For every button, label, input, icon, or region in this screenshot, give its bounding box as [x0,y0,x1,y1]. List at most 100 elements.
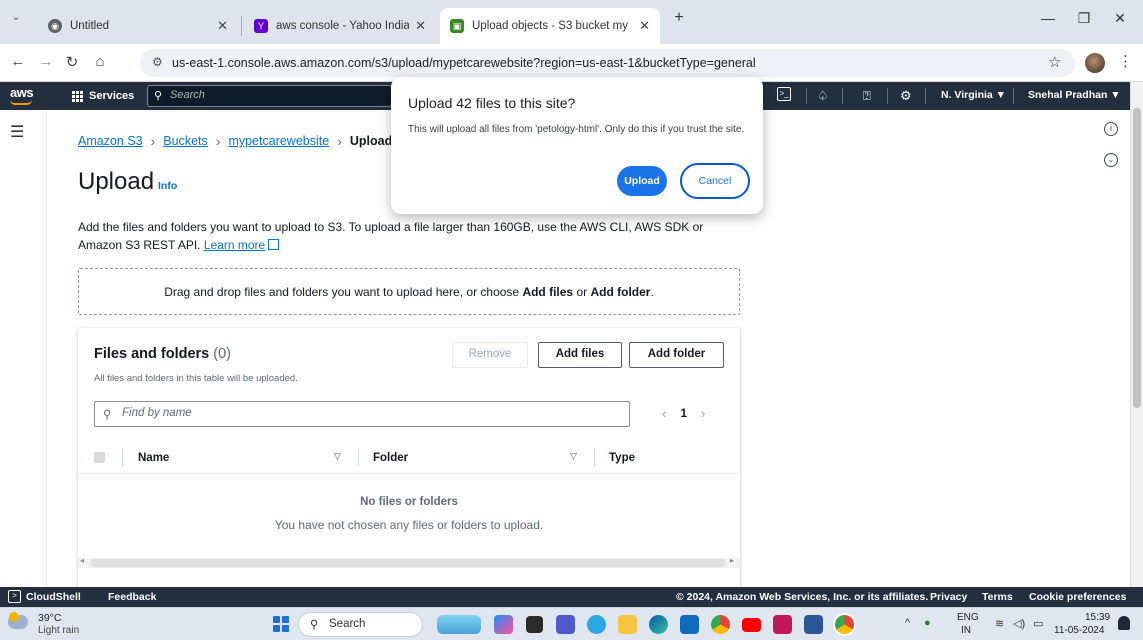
clock-date[interactable]: 11-05-2024 [1054,625,1104,636]
bookmark-star-icon[interactable]: ☆ [1048,53,1061,71]
telegram-icon[interactable] [587,615,606,634]
restore-icon[interactable]: ❐ [1072,10,1096,27]
teams-alt-icon[interactable] [804,615,823,634]
privacy-link[interactable]: Privacy [930,591,967,603]
profile-avatar[interactable] [1085,53,1105,73]
help-icon[interactable]: ⍰ [863,88,871,104]
scrollbar-thumb[interactable] [90,559,726,567]
taskbar-search[interactable]: ⚲ Search [298,612,423,637]
show-hidden-icons-chevron[interactable]: ^ [905,617,910,629]
notification-bell-icon[interactable] [1118,616,1130,630]
window-close-icon[interactable]: ✕ [1108,10,1132,27]
new-tab-button[interactable]: + [667,9,691,27]
microsoft-store-icon[interactable] [680,615,699,634]
aws-search-input[interactable]: ⚲ Search [147,85,392,107]
language-indicator[interactable]: ENG [957,612,979,623]
forward-arrow-icon[interactable]: → [36,53,56,70]
sort-icon[interactable]: ▽ [570,451,577,462]
file-explorer-icon[interactable] [618,615,637,634]
close-icon[interactable]: ✕ [639,18,650,34]
search-icon: ⚲ [154,90,163,102]
notifications-bell-icon[interactable]: ♤ [817,88,829,104]
services-menu[interactable]: Services [72,85,134,107]
scrollbar-thumb[interactable] [1133,108,1141,408]
previous-page-icon[interactable]: ‹ [662,406,666,421]
home-icon[interactable]: ⌂ [90,53,110,70]
weather-temperature[interactable]: 39°C [38,612,61,624]
empty-state-subtitle: You have not chosen any files or folders… [274,518,544,532]
close-icon[interactable]: ✕ [217,18,228,34]
find-by-name-input[interactable]: ⚲ Find by name [94,401,630,427]
files-and-folders-panel: Files and folders (0) All files and fold… [78,328,740,588]
task-view-icon[interactable] [526,616,543,633]
tab-yahoo-search[interactable]: Y aws console - Yahoo India Sear ✕ [244,8,436,44]
account-menu[interactable]: Snehal Pradhan ▼ [1028,89,1121,101]
tab-untitled[interactable]: ◉ Untitled ✕ [38,8,238,44]
youtube-icon[interactable] [742,618,761,632]
breadcrumb-amazon-s3[interactable]: Amazon S3 [78,134,143,148]
speaker-icon[interactable]: ◁) [1013,617,1025,630]
tab-upload-objects[interactable]: ▣ Upload objects - S3 bucket my ✕ [440,8,660,44]
file-count: (0) [213,346,231,362]
page-scrollbar[interactable] [1130,82,1143,587]
column-header-folder[interactable]: Folder [373,452,408,464]
windows-start-icon[interactable] [273,616,289,632]
media-app-icon[interactable] [773,615,792,634]
edge-browser-icon[interactable] [649,615,668,634]
cloudshell-icon[interactable]: >_ [777,87,791,101]
column-header-name[interactable]: Name [138,452,169,464]
next-page-icon[interactable]: › [701,406,705,421]
column-divider [594,449,595,466]
browser-menu-icon[interactable]: ⋮ [1118,52,1133,70]
feedback-panel-icon[interactable]: ⌄ [1104,153,1118,167]
column-header-type[interactable]: Type [609,452,635,464]
table-header: Name ▽ Folder ▽ Type [78,446,740,474]
cloudshell-link[interactable]: CloudShell [26,591,81,603]
chrome-active-icon[interactable] [835,615,854,634]
side-nav-menu-icon[interactable]: ☰ [10,122,24,142]
dialog-cancel-button[interactable]: Cancel [680,163,750,199]
minimize-icon[interactable]: — [1036,10,1060,26]
feedback-link[interactable]: Feedback [108,591,156,603]
add-folder-button[interactable]: Add folder [629,342,724,368]
breadcrumb-bucket-name[interactable]: mypetcarewebsite [228,134,329,148]
reload-icon[interactable]: ↻ [62,53,82,71]
add-files-button[interactable]: Add files [538,342,622,368]
tray-app-icon[interactable]: ● [924,617,931,629]
url-field[interactable]: ⚙ us-east-1.console.aws.amazon.com/s3/up… [140,49,1075,77]
table-horizontal-scrollbar[interactable]: ◂ ▸ [78,556,740,568]
page-number[interactable]: 1 [680,406,687,421]
sort-icon[interactable]: ▽ [334,451,341,462]
copilot-icon[interactable] [494,615,513,634]
upload-dropzone[interactable]: Drag and drop files and folders you want… [78,268,740,315]
chrome-icon[interactable] [711,615,730,634]
aws-logo[interactable]: aws [10,85,34,100]
tab-list-chevron-icon[interactable]: ⌄ [6,12,26,23]
weather-cloud-sun-icon[interactable] [8,612,28,629]
chevron-right-icon: › [215,133,221,149]
breadcrumb-buckets[interactable]: Buckets [163,134,207,148]
info-link[interactable]: Info [158,180,177,192]
panel-title: Files and folders (0) [94,346,231,362]
teams-icon[interactable] [556,615,575,634]
weather-description[interactable]: Light rain [38,625,79,636]
battery-icon[interactable]: ▭ [1033,617,1043,630]
back-arrow-icon[interactable]: ← [8,53,28,70]
language-region[interactable]: IN [961,625,971,636]
scroll-right-icon[interactable]: ▸ [730,556,734,565]
learn-more-link[interactable]: Learn more [204,238,265,252]
select-all-checkbox[interactable] [94,452,105,463]
clock-time[interactable]: 15:39 [1085,612,1110,623]
settings-gear-icon[interactable]: ⚙ [900,88,912,104]
wifi-icon[interactable]: ≋ [995,617,1004,630]
site-info-icon[interactable]: ⚙ [152,55,163,69]
region-selector[interactable]: N. Virginia ▼ [941,89,1006,101]
terms-link[interactable]: Terms [982,591,1013,603]
info-panel-icon[interactable]: i [1104,122,1118,136]
remove-button[interactable]: Remove [452,342,528,368]
cookie-preferences-link[interactable]: Cookie preferences [1029,591,1126,603]
scroll-left-icon[interactable]: ◂ [80,556,84,565]
widget-landscape-icon[interactable] [437,615,481,634]
dialog-upload-button[interactable]: Upload [617,166,667,196]
close-icon[interactable]: ✕ [415,18,426,34]
